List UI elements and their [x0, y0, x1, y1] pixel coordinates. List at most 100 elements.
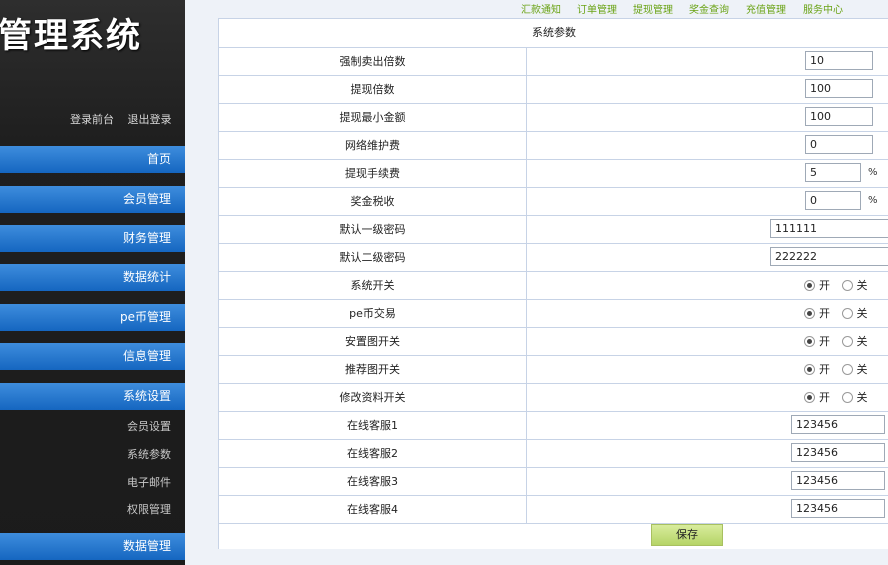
radio-off-label: 关 — [856, 279, 868, 292]
param-label: 提现手续费 — [219, 160, 527, 187]
bonus-tax-input[interactable] — [805, 191, 861, 210]
network-fee-input[interactable] — [805, 135, 873, 154]
online-service-1-input[interactable] — [791, 415, 885, 434]
panel-title: 系统参数 — [219, 19, 888, 48]
top-nav-recharge[interactable]: 充值管理 — [746, 1, 786, 16]
param-row: 在线客服3 — [219, 468, 888, 496]
percent-unit: % — [868, 167, 878, 178]
bottom-strip — [218, 549, 888, 565]
param-row: 强制卖出倍数 — [219, 48, 888, 76]
default-secondary-password-input[interactable] — [770, 247, 888, 266]
param-label: 在线客服4 — [219, 496, 527, 523]
top-nav-service[interactable]: 服务中心 — [803, 1, 843, 16]
param-row: 提现倍数 — [219, 76, 888, 104]
save-button[interactable]: 保存 — [651, 524, 723, 546]
submenu-system-params[interactable]: 系统参数 — [0, 446, 185, 462]
pe-trade-switch: 开 关 — [804, 305, 876, 321]
param-row: 修改资料开关 开 关 — [219, 384, 888, 412]
app-title: 管理系统 — [0, 16, 142, 56]
param-row: 默认二级密码 — [219, 244, 888, 272]
param-label: 网络维护费 — [219, 132, 527, 159]
param-label: 默认二级密码 — [219, 244, 527, 271]
radio-off-label: 关 — [856, 391, 868, 404]
pe-trade-on-radio[interactable] — [804, 307, 815, 319]
param-label: 强制卖出倍数 — [219, 48, 527, 75]
withdraw-min-amount-input[interactable] — [805, 107, 873, 126]
param-label: 安置图开关 — [219, 328, 527, 355]
menu-item-statistics[interactable]: 数据统计 — [0, 264, 185, 291]
param-label: pe币交易 — [219, 300, 527, 327]
param-row: pe币交易 开 关 — [219, 300, 888, 328]
param-label: 系统开关 — [219, 272, 527, 299]
online-service-3-input[interactable] — [791, 471, 885, 490]
top-nav-orders[interactable]: 订单管理 — [577, 1, 617, 16]
system-params-panel: 系统参数 强制卖出倍数 提现倍数 提现最小金额 网络维护费 提现手续费 % 奖金… — [218, 18, 888, 550]
edit-profile-switch: 开 关 — [804, 389, 876, 405]
param-label: 在线客服1 — [219, 412, 527, 439]
forced-sell-multiple-input[interactable] — [805, 51, 873, 70]
param-label: 推荐图开关 — [219, 356, 527, 383]
referral-chart-on-radio[interactable] — [804, 363, 815, 375]
submenu-email[interactable]: 电子邮件 — [0, 474, 185, 490]
default-primary-password-input[interactable] — [770, 219, 888, 238]
edit-profile-off-radio[interactable] — [841, 391, 853, 403]
edit-profile-on-radio[interactable] — [804, 391, 815, 403]
param-label: 奖金税收 — [219, 188, 527, 215]
submenu-permissions[interactable]: 权限管理 — [0, 501, 185, 517]
menu-item-pe-coin[interactable]: pe币管理 — [0, 304, 185, 331]
radio-off-label: 关 — [856, 307, 868, 320]
placement-chart-off-radio[interactable] — [841, 335, 853, 347]
top-nav-remittance[interactable]: 汇款通知 — [521, 1, 561, 16]
placement-chart-on-radio[interactable] — [804, 335, 815, 347]
param-label: 提现倍数 — [219, 76, 527, 103]
param-label: 默认一级密码 — [219, 216, 527, 243]
radio-on-label: 开 — [819, 335, 830, 348]
online-service-4-input[interactable] — [791, 499, 885, 518]
system-switch-off-radio[interactable] — [841, 279, 853, 291]
pe-trade-off-radio[interactable] — [841, 307, 853, 319]
referral-chart-switch: 开 关 — [804, 361, 876, 377]
radio-on-label: 开 — [819, 279, 830, 292]
param-label: 提现最小金额 — [219, 104, 527, 131]
sidebar: 管理系统 登录前台 退出登录 首页 会员管理 财务管理 数据统计 pe币管理 信… — [0, 0, 185, 565]
menu-item-home[interactable]: 首页 — [0, 146, 185, 173]
system-switch-on-radio[interactable] — [804, 279, 815, 291]
content-gutter — [185, 0, 218, 565]
menu-item-info[interactable]: 信息管理 — [0, 343, 185, 370]
frontend-login-link[interactable]: 登录前台 — [70, 113, 114, 126]
menu-item-finance[interactable]: 财务管理 — [0, 225, 185, 252]
placement-chart-switch: 开 关 — [804, 333, 876, 349]
param-row: 在线客服4 — [219, 496, 888, 524]
radio-off-label: 关 — [856, 335, 868, 348]
param-label: 在线客服3 — [219, 468, 527, 495]
param-label: 在线客服2 — [219, 440, 527, 467]
param-row: 在线客服2 — [219, 440, 888, 468]
online-service-2-input[interactable] — [791, 443, 885, 462]
top-nav-bonus[interactable]: 奖金查询 — [689, 1, 729, 16]
radio-on-label: 开 — [819, 391, 830, 404]
logout-link[interactable]: 退出登录 — [128, 113, 172, 126]
param-row: 网络维护费 — [219, 132, 888, 160]
radio-off-label: 关 — [856, 363, 868, 376]
param-row: 系统开关 开 关 — [219, 272, 888, 300]
radio-on-label: 开 — [819, 363, 830, 376]
param-row: 奖金税收 % — [219, 188, 888, 216]
system-switch: 开 关 — [804, 277, 876, 293]
withdraw-fee-input[interactable] — [805, 163, 861, 182]
radio-on-label: 开 — [819, 307, 830, 320]
withdraw-multiple-input[interactable] — [805, 79, 873, 98]
submenu-member-settings[interactable]: 会员设置 — [0, 418, 185, 434]
param-row: 安置图开关 开 关 — [219, 328, 888, 356]
menu-item-members[interactable]: 会员管理 — [0, 186, 185, 213]
param-label: 修改资料开关 — [219, 384, 527, 411]
param-row: 提现最小金额 — [219, 104, 888, 132]
param-row: 在线客服1 — [219, 412, 888, 440]
top-nav: 汇款通知 订单管理 提现管理 奖金查询 充值管理 服务中心 — [218, 0, 888, 18]
param-row: 提现手续费 % — [219, 160, 888, 188]
menu-item-system-settings[interactable]: 系统设置 — [0, 383, 185, 410]
percent-unit: % — [868, 195, 878, 206]
menu-item-data[interactable]: 数据管理 — [0, 533, 185, 560]
param-row: 默认一级密码 — [219, 216, 888, 244]
top-nav-withdraw[interactable]: 提现管理 — [633, 1, 673, 16]
referral-chart-off-radio[interactable] — [841, 363, 853, 375]
